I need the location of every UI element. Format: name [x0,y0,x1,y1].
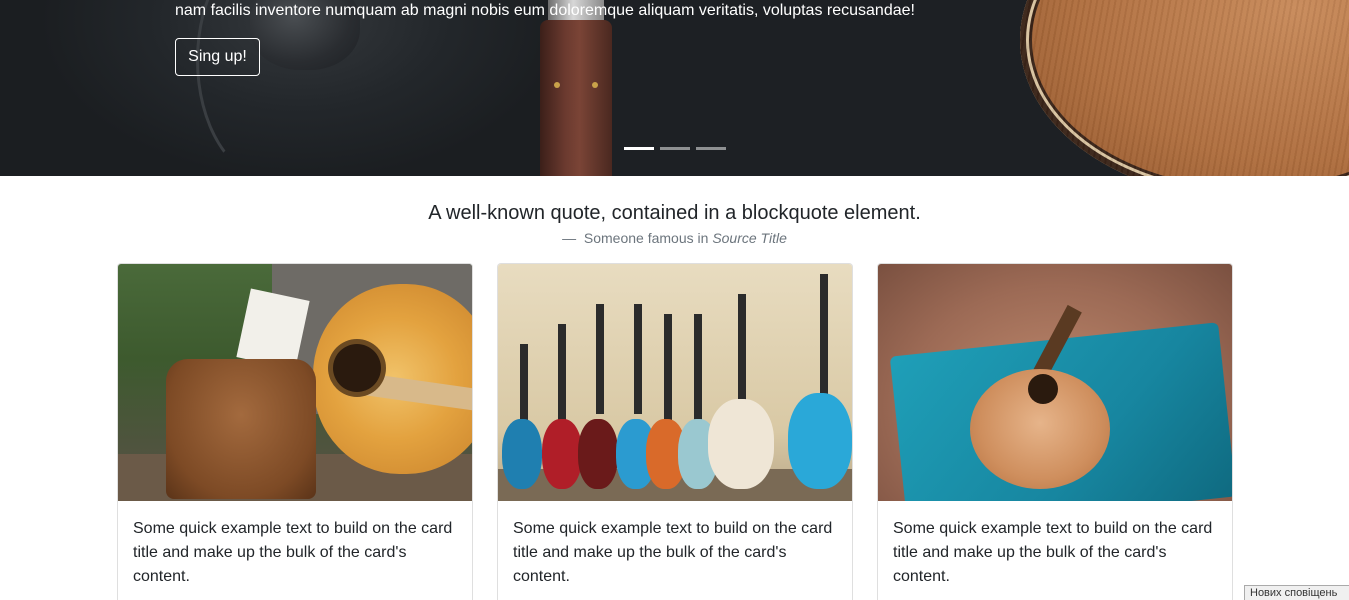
quote-author: Someone famous in [583,230,709,246]
blockquote: A well-known quote, contained in a block… [0,200,1349,246]
quote-footer: — Someone famous in Source Title [562,230,787,246]
card-image-ukuleles [498,264,852,501]
card-text: Some quick example text to build on the … [133,520,453,585]
microphone-image [540,20,612,176]
carousel-indicator-2[interactable] [660,147,690,150]
hero-carousel: nam facilis inventore numquam ab magni n… [0,0,1349,176]
card-3: Some quick example text to build on the … [877,263,1233,600]
quote-source: Source Title [712,230,787,246]
card-1: Some quick example text to build on the … [117,263,473,600]
carousel-indicators [624,147,726,150]
notification-tooltip[interactable]: Нових сповіщень [1244,585,1349,600]
card-text: Some quick example text to build on the … [513,520,833,585]
signup-button[interactable]: Sing up! [175,38,260,76]
card-image-ukulele-beach [878,264,1232,501]
carousel-indicator-1[interactable] [624,147,654,150]
card-2: Some quick example text to build on the … [497,263,853,600]
hero-text: nam facilis inventore numquam ab magni n… [175,2,915,19]
quote-text: A well-known quote, contained in a block… [428,202,921,224]
card-text: Some quick example text to build on the … [893,520,1213,585]
card-image-guitar-backpack [118,264,472,501]
carousel-indicator-3[interactable] [696,147,726,150]
